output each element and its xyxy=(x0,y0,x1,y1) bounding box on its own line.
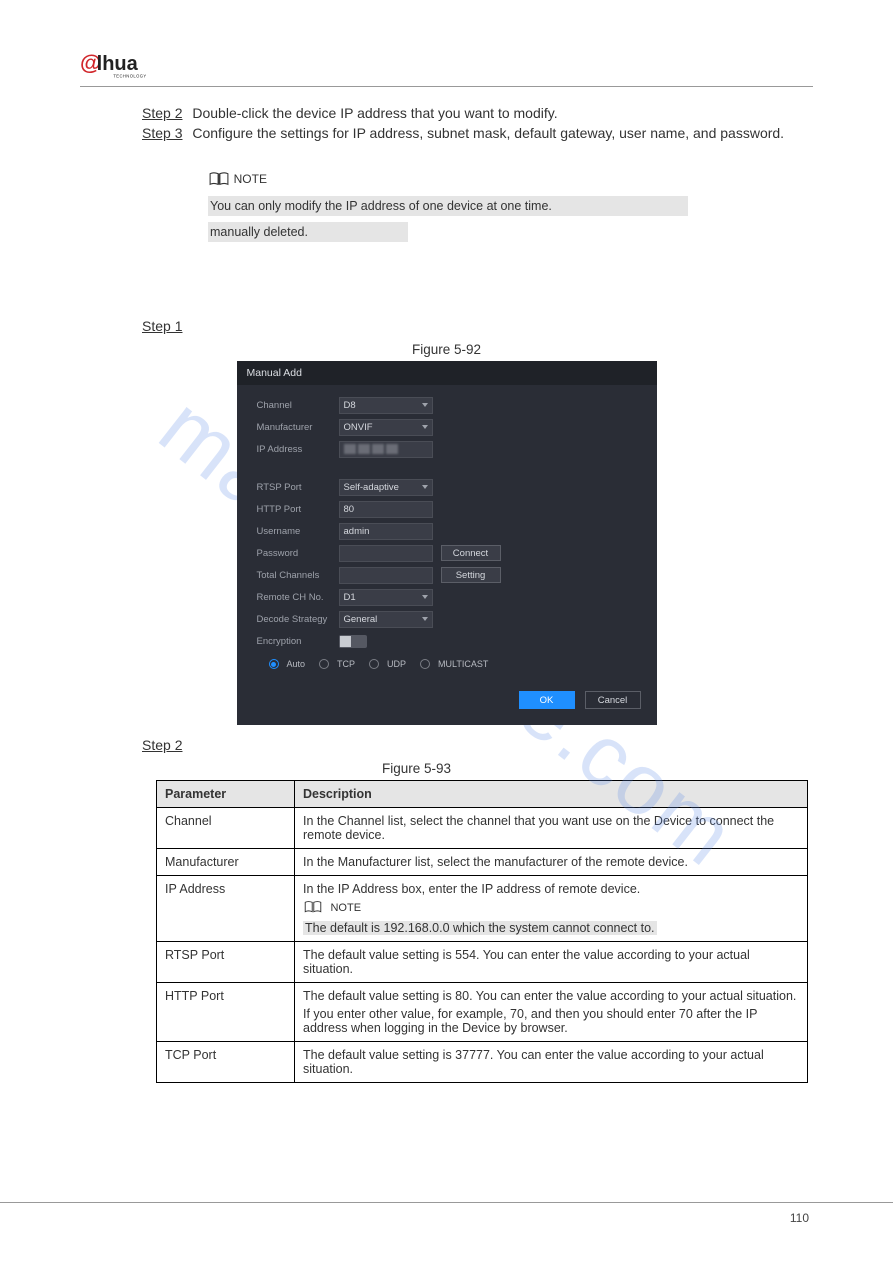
ip-address-label: IP Address xyxy=(257,444,339,455)
desc-cell: In the IP Address box, enter the IP addr… xyxy=(295,876,808,942)
blurred-ip xyxy=(344,444,398,454)
header: @ lhua TECHNOLOGY xyxy=(80,50,813,87)
desc-header: Description xyxy=(295,781,808,808)
desc-cell: In the Channel list, select the channel … xyxy=(295,808,808,849)
step-3-line: Step 3 Configure the settings for IP add… xyxy=(142,125,813,141)
remote-ch-select[interactable]: D1 xyxy=(339,589,433,606)
radio-auto[interactable] xyxy=(269,659,279,669)
connect-button[interactable]: Connect xyxy=(441,545,501,561)
param-cell: TCP Port xyxy=(157,1042,295,1083)
table-row: HTTP Port The default value setting is 8… xyxy=(157,983,808,1042)
chevron-down-icon xyxy=(422,595,428,599)
total-channels-label: Total Channels xyxy=(257,570,339,581)
desc-cell: The default value setting is 37777. You … xyxy=(295,1042,808,1083)
step-label: Step 2 xyxy=(142,737,182,753)
password-input[interactable] xyxy=(339,545,433,562)
table-row: RTSP Port The default value setting is 5… xyxy=(157,942,808,983)
table-row: Manufacturer In the Manufacturer list, s… xyxy=(157,849,808,876)
table-row: Channel In the Channel list, select the … xyxy=(157,808,808,849)
param-cell: IP Address xyxy=(157,876,295,942)
step-4-line: Step 4 pad xyxy=(142,145,813,161)
desc-cell: In the Manufacturer list, select the man… xyxy=(295,849,808,876)
note-label: NOTE xyxy=(330,902,361,914)
step-text: Double-click the device IP address that … xyxy=(192,105,557,121)
manufacturer-label: Manufacturer xyxy=(257,422,339,433)
manual-step-1: Step 1 On the Registration interface, cl… xyxy=(142,318,813,334)
remote-ch-label: Remote CH No. xyxy=(257,592,339,603)
page-number: 110 xyxy=(0,1202,893,1225)
chevron-down-icon xyxy=(422,617,428,621)
table-row: IP Address In the IP Address box, enter … xyxy=(157,876,808,942)
step-label: Step 2 xyxy=(142,105,182,121)
decode-strategy-select[interactable]: General xyxy=(339,611,433,628)
manufacturer-select[interactable]: ONVIF xyxy=(339,419,433,436)
manual-step-2: Step 2 Configure the settings for the ma… xyxy=(142,737,813,753)
radio-tcp[interactable] xyxy=(319,659,329,669)
chevron-down-icon xyxy=(422,485,428,489)
figure-caption-92: Figure 5-92 xyxy=(80,342,813,357)
note-highlight-1: You can only modify the IP address of on… xyxy=(208,196,688,216)
setting-button[interactable]: Setting xyxy=(441,567,501,583)
ok-button[interactable]: OK xyxy=(519,691,575,709)
note-label: NOTE xyxy=(234,172,267,186)
note-highlight-2: manually deleted. xyxy=(208,222,408,242)
http-port-input[interactable]: 80 xyxy=(339,501,433,518)
ip-address-input[interactable] xyxy=(339,441,433,458)
page: @ lhua TECHNOLOGY Step 2 Double-click th… xyxy=(0,0,893,1123)
logo-subtext: TECHNOLOGY xyxy=(113,74,146,79)
radio-multicast[interactable] xyxy=(420,659,430,669)
svg-text:lhua: lhua xyxy=(97,53,139,75)
brand-logo: @ lhua TECHNOLOGY xyxy=(80,50,180,80)
encryption-toggle[interactable] xyxy=(339,635,367,648)
decode-strategy-label: Decode Strategy xyxy=(257,614,339,625)
desc-cell: The default value setting is 80. You can… xyxy=(295,983,808,1042)
rtsp-port-select[interactable]: Self-adaptive xyxy=(339,479,433,496)
dialog-title: Manual Add xyxy=(237,361,657,385)
step-text: Configure the settings for IP address, s… xyxy=(192,125,784,141)
step-2-line: Step 2 Double-click the device IP addres… xyxy=(142,105,813,121)
parameter-table: Parameter Description Channel In the Cha… xyxy=(156,780,808,1083)
channel-select[interactable]: D8 xyxy=(339,397,433,414)
total-channels-input[interactable] xyxy=(339,567,433,584)
param-cell: Channel xyxy=(157,808,295,849)
chevron-down-icon xyxy=(422,403,428,407)
step-label: Step 3 xyxy=(142,125,182,141)
book-icon xyxy=(208,171,230,190)
password-label: Password xyxy=(257,548,339,559)
radio-udp[interactable] xyxy=(369,659,379,669)
step-label: Step 1 xyxy=(142,318,182,334)
encryption-label: Encryption xyxy=(257,636,339,647)
note-block: NOTE You can only modify the IP address … xyxy=(208,171,813,242)
desc-cell: The default value setting is 554. You ca… xyxy=(295,942,808,983)
note-highlight: The default is 192.168.0.0 which the sys… xyxy=(303,921,657,935)
figure-caption-93: Figure 5-93 xyxy=(20,761,813,776)
username-label: Username xyxy=(257,526,339,537)
cancel-button[interactable]: Cancel xyxy=(585,691,641,709)
table-header-row: Parameter Description xyxy=(157,781,808,808)
manual-add-dialog: Manual Add Channel D8 Manufacturer ONVIF… xyxy=(237,361,657,725)
chevron-down-icon xyxy=(422,425,428,429)
param-header: Parameter xyxy=(157,781,295,808)
username-input[interactable]: admin xyxy=(339,523,433,540)
table-row: TCP Port The default value setting is 37… xyxy=(157,1042,808,1083)
http-port-label: HTTP Port xyxy=(257,504,339,515)
channel-label: Channel xyxy=(257,400,339,411)
rtsp-port-label: RTSP Port xyxy=(257,482,339,493)
book-icon xyxy=(303,900,323,917)
param-cell: HTTP Port xyxy=(157,983,295,1042)
note-text: You can only modify the IP address of on… xyxy=(208,196,668,242)
param-cell: RTSP Port xyxy=(157,942,295,983)
param-cell: Manufacturer xyxy=(157,849,295,876)
protocol-radio-group: Auto TCP UDP MULTICAST xyxy=(269,659,641,669)
